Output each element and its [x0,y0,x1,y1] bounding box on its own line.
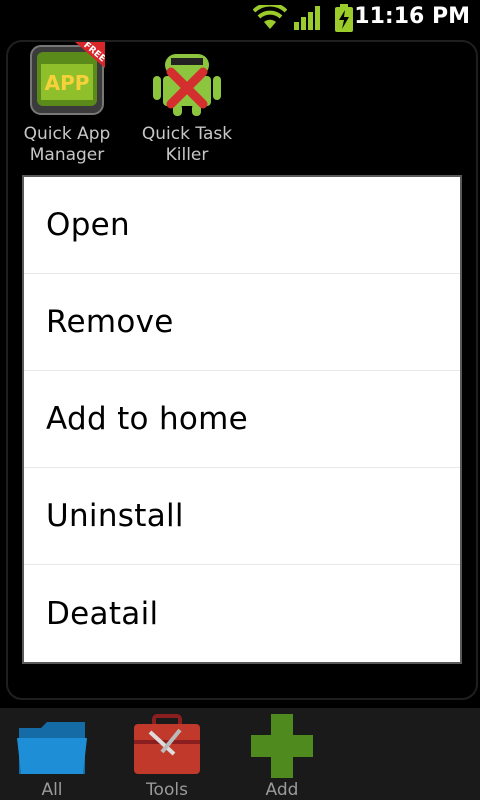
tab-label: Tools [146,780,188,800]
bottom-tab-bar: All Tools Add [0,708,480,800]
toolbox-icon [132,714,202,778]
app-manager-icon: APP FREE [29,40,107,118]
menu-item-label: Remove [46,304,174,340]
context-menu: Open Remove Add to home Uninstall Deatai… [22,175,462,664]
tab-tools[interactable]: Tools [117,708,217,800]
folder-icon [17,714,87,778]
menu-item-open[interactable]: Open [24,177,460,274]
svg-text:APP: APP [45,71,90,95]
menu-item-detail[interactable]: Deatail [24,565,460,662]
app-label: Quick App Manager [23,124,111,165]
wifi-icon [253,5,287,29]
app-quick-task-killer[interactable]: Quick Task Killer [132,42,242,166]
menu-item-label: Add to home [46,401,249,437]
menu-item-add-to-home[interactable]: Add to home [24,371,460,468]
menu-item-label: Uninstall [46,498,184,534]
tab-add[interactable]: Add [232,708,332,800]
android-task-killer-icon [149,42,225,118]
menu-item-label: Open [46,207,130,243]
signal-icon [294,6,320,30]
menu-item-remove[interactable]: Remove [24,274,460,371]
plus-icon [247,714,317,778]
menu-item-uninstall[interactable]: Uninstall [24,468,460,565]
app-quick-app-manager[interactable]: APP FREE Quick App Manager [12,40,122,166]
app-label: Quick Task Killer [141,124,233,165]
tab-label: Add [265,780,299,800]
battery-charging-icon [335,4,353,32]
menu-item-label: Deatail [46,595,159,632]
tab-label: All [41,780,63,800]
clock-time: 11:16 PM [354,4,470,29]
tab-all[interactable]: All [2,708,102,800]
status-bar: 11:16 PM [0,0,480,38]
